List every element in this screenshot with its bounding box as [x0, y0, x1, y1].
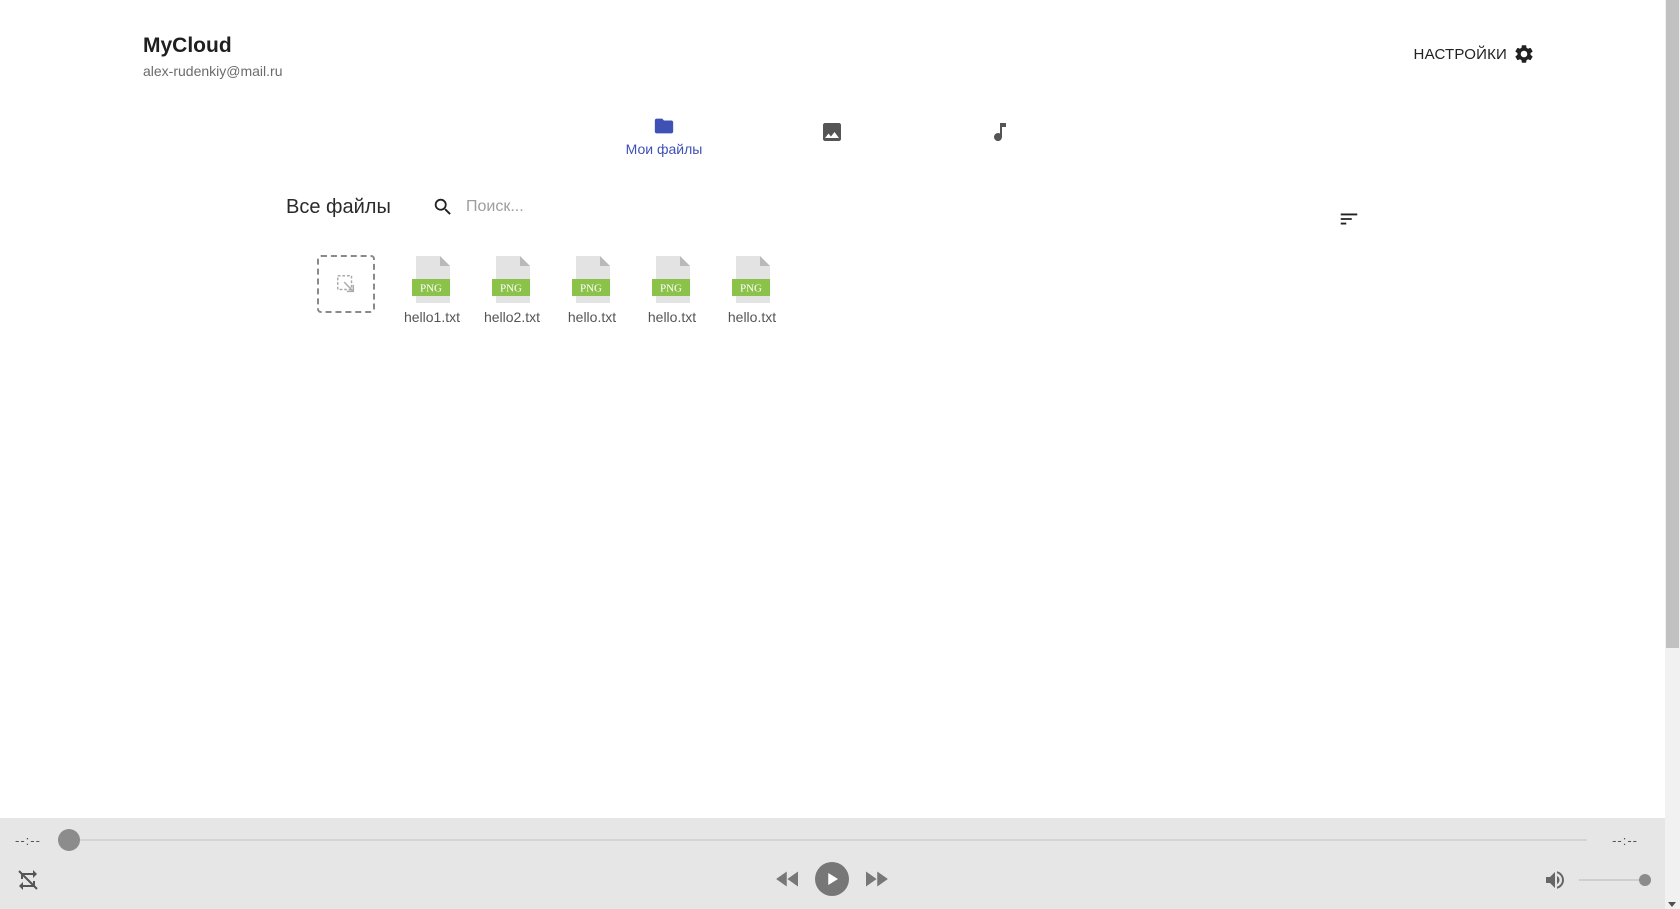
scrollbar-thumb[interactable]: [1666, 0, 1679, 648]
repeat-off-button[interactable]: [16, 868, 40, 897]
fast-forward-icon: [866, 871, 888, 887]
upload-drop-icon: [337, 275, 355, 293]
fast-forward-button[interactable]: [861, 864, 891, 894]
png-file-icon: PNG: [572, 256, 610, 303]
volume-control: [1543, 868, 1651, 892]
sort-button[interactable]: [1338, 208, 1360, 235]
svg-text:PNG: PNG: [580, 283, 602, 295]
rewind-button[interactable]: [773, 864, 803, 894]
file-name: hello2.txt: [483, 309, 541, 325]
rewind-icon: [776, 871, 798, 887]
vertical-scrollbar[interactable]: [1665, 0, 1680, 909]
gear-icon: [1515, 45, 1533, 63]
playback-controls: [773, 862, 891, 896]
svg-text:PNG: PNG: [740, 283, 762, 295]
progress-track[interactable]: [69, 839, 1587, 841]
tab-images[interactable]: [772, 120, 892, 144]
png-file-icon: PNG: [732, 256, 770, 303]
audio-player: --:-- --:--: [0, 818, 1665, 909]
image-icon: [823, 123, 841, 141]
category-tabs: Мои файлы: [0, 115, 1665, 165]
search-bar: [432, 196, 688, 218]
repeat-off-icon: [18, 870, 38, 890]
play-button[interactable]: [815, 862, 849, 896]
settings-label: НАСТРОЙКИ: [1413, 45, 1507, 63]
file-name: hello.txt: [567, 309, 617, 325]
svg-text:PNG: PNG: [660, 283, 682, 295]
file-name: hello.txt: [727, 309, 777, 325]
search-input[interactable]: [464, 197, 688, 217]
tab-music[interactable]: [940, 120, 1060, 144]
tab-my-files[interactable]: Мои файлы: [604, 115, 724, 157]
sort-icon: [1340, 213, 1358, 225]
volume-slider[interactable]: [1579, 874, 1651, 886]
total-time: --:--: [1612, 833, 1638, 848]
section-title: Все файлы: [286, 196, 391, 218]
brand: MyCloud alex-rudenkiy@mail.ru: [143, 33, 282, 79]
png-file-icon: PNG: [652, 256, 690, 303]
file-name: hello.txt: [647, 309, 697, 325]
user-email: alex-rudenkiy@mail.ru: [143, 63, 283, 79]
file-grid: PNG hello1.txt PNG hello2.txt PNG hello.…: [317, 255, 792, 325]
folder-icon: [654, 118, 674, 134]
progress-slider-handle[interactable]: [58, 829, 80, 851]
search-icon: [434, 198, 451, 215]
volume-slider-handle[interactable]: [1639, 874, 1651, 886]
svg-text:PNG: PNG: [420, 283, 442, 295]
png-file-icon: PNG: [412, 256, 450, 303]
volume-up-icon[interactable]: [1543, 868, 1567, 892]
current-time: --:--: [15, 833, 41, 848]
file-item[interactable]: PNG hello.txt: [632, 255, 712, 325]
upload-dropzone[interactable]: [317, 255, 375, 313]
app-title: MyCloud: [143, 34, 232, 57]
file-name: hello1.txt: [403, 309, 461, 325]
settings-button[interactable]: НАСТРОЙКИ: [1414, 43, 1535, 65]
scroll-down-arrow-icon[interactable]: [1668, 902, 1676, 907]
tab-label: Мои файлы: [625, 141, 703, 157]
png-file-icon: PNG: [492, 256, 530, 303]
music-note-icon: [994, 123, 1006, 142]
file-item[interactable]: PNG hello1.txt: [392, 255, 472, 325]
file-item[interactable]: PNG hello.txt: [712, 255, 792, 325]
play-icon: [828, 873, 838, 885]
file-item[interactable]: PNG hello.txt: [552, 255, 632, 325]
page: MyCloud alex-rudenkiy@mail.ru НАСТРОЙКИ …: [0, 0, 1665, 909]
file-item[interactable]: PNG hello2.txt: [472, 255, 552, 325]
svg-text:PNG: PNG: [500, 283, 522, 295]
